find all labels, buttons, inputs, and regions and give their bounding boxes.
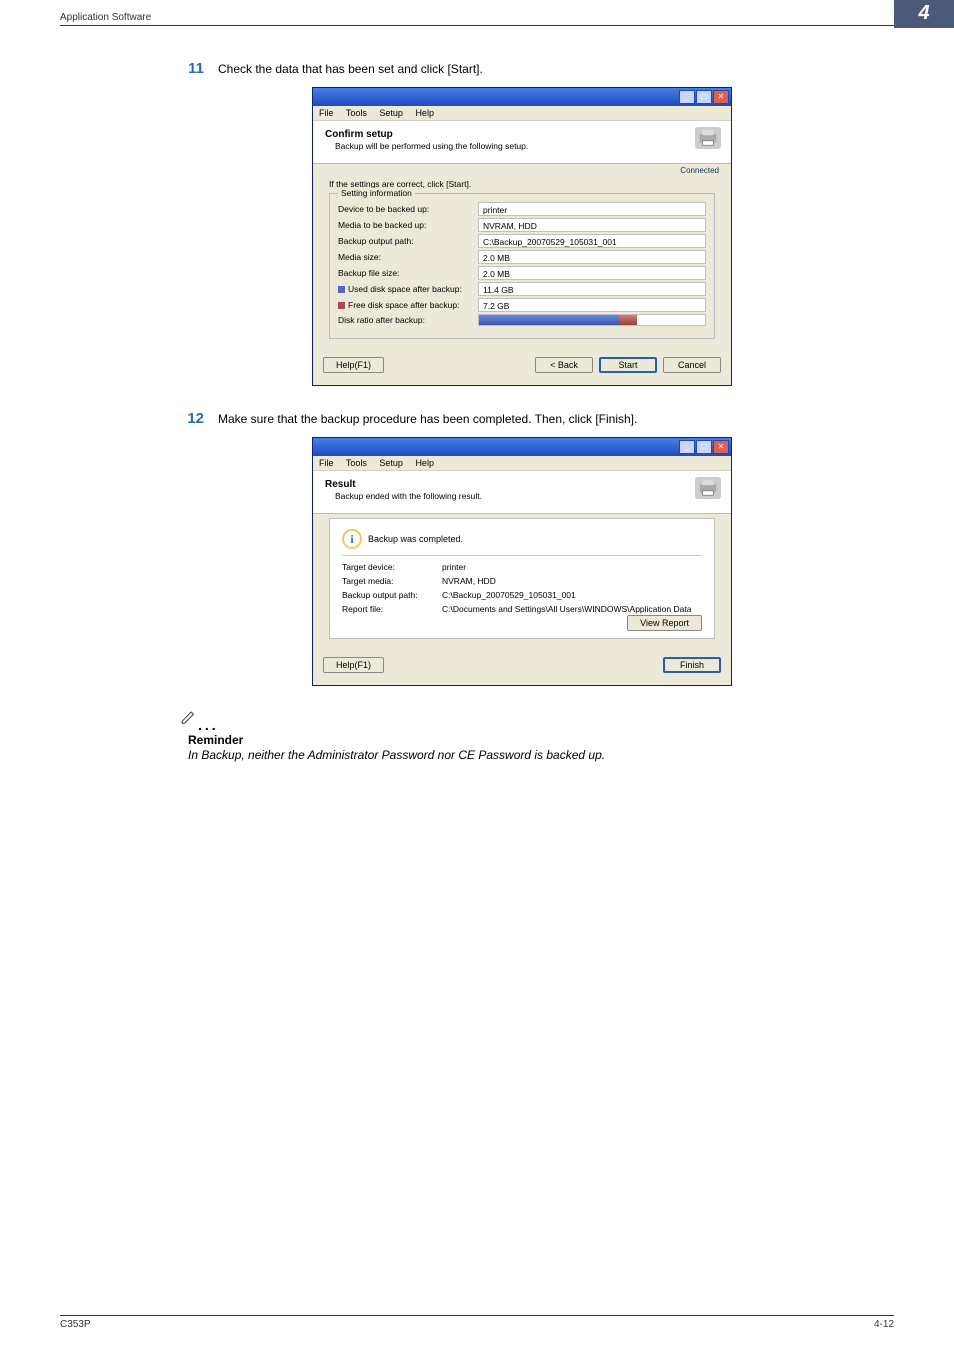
banner: Confirm setup Backup will be performed u… xyxy=(313,121,731,164)
value-used-space: 11.4 GB xyxy=(478,282,706,296)
value-free-space: 7.2 GB xyxy=(478,298,706,312)
close-button[interactable]: ✕ xyxy=(713,440,729,454)
banner-subtitle: Backup will be performed using the follo… xyxy=(325,141,719,151)
setting-information-group: Setting information Device to be backed … xyxy=(329,193,715,339)
disk-ratio-bar xyxy=(478,314,706,326)
label-free-space: Free disk space after backup: xyxy=(338,300,478,310)
back-button[interactable]: < Back xyxy=(535,357,593,373)
close-button[interactable]: ✕ xyxy=(713,90,729,104)
view-report-button[interactable]: View Report xyxy=(627,615,702,631)
titlebar: _ □ ✕ xyxy=(313,438,731,456)
footer-left: C353P xyxy=(60,1319,91,1330)
pencil-icon xyxy=(180,710,198,731)
label-report-file: Report file: xyxy=(342,604,442,614)
label-used-space: Used disk space after backup: xyxy=(338,284,478,294)
header-rule xyxy=(60,25,894,26)
banner-title: Result xyxy=(325,479,719,490)
result-dialog: _ □ ✕ File Tools Setup Help Result Backu… xyxy=(312,437,732,686)
value-report-file: C:\Documents and Settings\All Users\WIND… xyxy=(442,604,702,614)
menu-tools[interactable]: Tools xyxy=(346,108,367,118)
help-button[interactable]: Help(F1) xyxy=(323,357,384,373)
blue-square-icon xyxy=(338,286,345,293)
maximize-button[interactable]: □ xyxy=(696,90,712,104)
step-text: Make sure that the backup procedure has … xyxy=(218,412,637,426)
menu-file[interactable]: File xyxy=(319,458,334,468)
step-number: 11 xyxy=(180,60,204,77)
value-target-device: printer xyxy=(442,562,702,572)
step-11: 11 Check the data that has been set and … xyxy=(180,60,864,77)
value-media: NVRAM, HDD xyxy=(478,218,706,232)
value-path: C:\Backup_20070529_105031_001 xyxy=(478,234,706,248)
chapter-tab: 4 xyxy=(894,0,954,28)
value-target-media: NVRAM, HDD xyxy=(442,576,702,586)
titlebar: _ □ ✕ xyxy=(313,88,731,106)
label-target-media: Target media: xyxy=(342,576,442,586)
ratio-used-segment xyxy=(479,315,619,325)
dots-icon: ... xyxy=(198,717,219,733)
printer-icon xyxy=(695,127,721,149)
menu-help[interactable]: Help xyxy=(415,108,434,118)
label-target-device: Target device: xyxy=(342,562,442,572)
value-output-path: C:\Backup_20070529_105031_001 xyxy=(442,590,702,600)
reminder-body: In Backup, neither the Administrator Pas… xyxy=(188,748,864,762)
banner: Result Backup ended with the following r… xyxy=(313,471,731,514)
value-device: printer xyxy=(478,202,706,216)
maximize-button[interactable]: □ xyxy=(696,440,712,454)
label-ratio: Disk ratio after backup: xyxy=(338,315,478,325)
label-media: Media to be backed up: xyxy=(338,220,478,230)
cancel-button[interactable]: Cancel xyxy=(663,357,721,373)
section-title: Application Software xyxy=(60,0,894,23)
menu-tools[interactable]: Tools xyxy=(346,458,367,468)
group-label: Setting information xyxy=(338,188,415,198)
help-button[interactable]: Help(F1) xyxy=(323,657,384,673)
banner-title: Confirm setup xyxy=(325,129,719,140)
reminder-block: ... Reminder In Backup, neither the Admi… xyxy=(180,710,864,762)
finish-button[interactable]: Finish xyxy=(663,657,721,673)
result-info-box: i Backup was completed. Target device: p… xyxy=(329,518,715,639)
footer-right: 4-12 xyxy=(874,1319,894,1330)
label-backup-size: Backup file size: xyxy=(338,268,478,278)
red-square-icon xyxy=(338,302,345,309)
ratio-free-segment xyxy=(619,315,637,325)
value-backup-size: 2.0 MB xyxy=(478,266,706,280)
step-number: 12 xyxy=(180,410,204,427)
value-media-size: 2.0 MB xyxy=(478,250,706,264)
confirm-setup-dialog: _ □ ✕ File Tools Setup Help Confirm setu… xyxy=(312,87,732,386)
menu-setup[interactable]: Setup xyxy=(379,458,403,468)
start-button[interactable]: Start xyxy=(599,357,657,373)
label-path: Backup output path: xyxy=(338,236,478,246)
menubar: File Tools Setup Help xyxy=(313,456,731,471)
connection-status: Connected xyxy=(313,164,731,175)
info-icon: i xyxy=(342,529,362,549)
menu-setup[interactable]: Setup xyxy=(379,108,403,118)
banner-subtitle: Backup ended with the following result. xyxy=(325,491,719,501)
label-media-size: Media size: xyxy=(338,252,478,262)
step-12: 12 Make sure that the backup procedure h… xyxy=(180,410,864,427)
step-text: Check the data that has been set and cli… xyxy=(218,62,483,76)
page-footer: C353P 4-12 xyxy=(60,1315,894,1330)
menu-file[interactable]: File xyxy=(319,108,334,118)
label-output-path: Backup output path: xyxy=(342,590,442,600)
minimize-button[interactable]: _ xyxy=(679,90,695,104)
completed-text: Backup was completed. xyxy=(368,534,463,544)
menu-help[interactable]: Help xyxy=(415,458,434,468)
printer-icon xyxy=(695,477,721,499)
label-device: Device to be backed up: xyxy=(338,204,478,214)
menubar: File Tools Setup Help xyxy=(313,106,731,121)
reminder-title: Reminder xyxy=(188,733,864,747)
minimize-button[interactable]: _ xyxy=(679,440,695,454)
